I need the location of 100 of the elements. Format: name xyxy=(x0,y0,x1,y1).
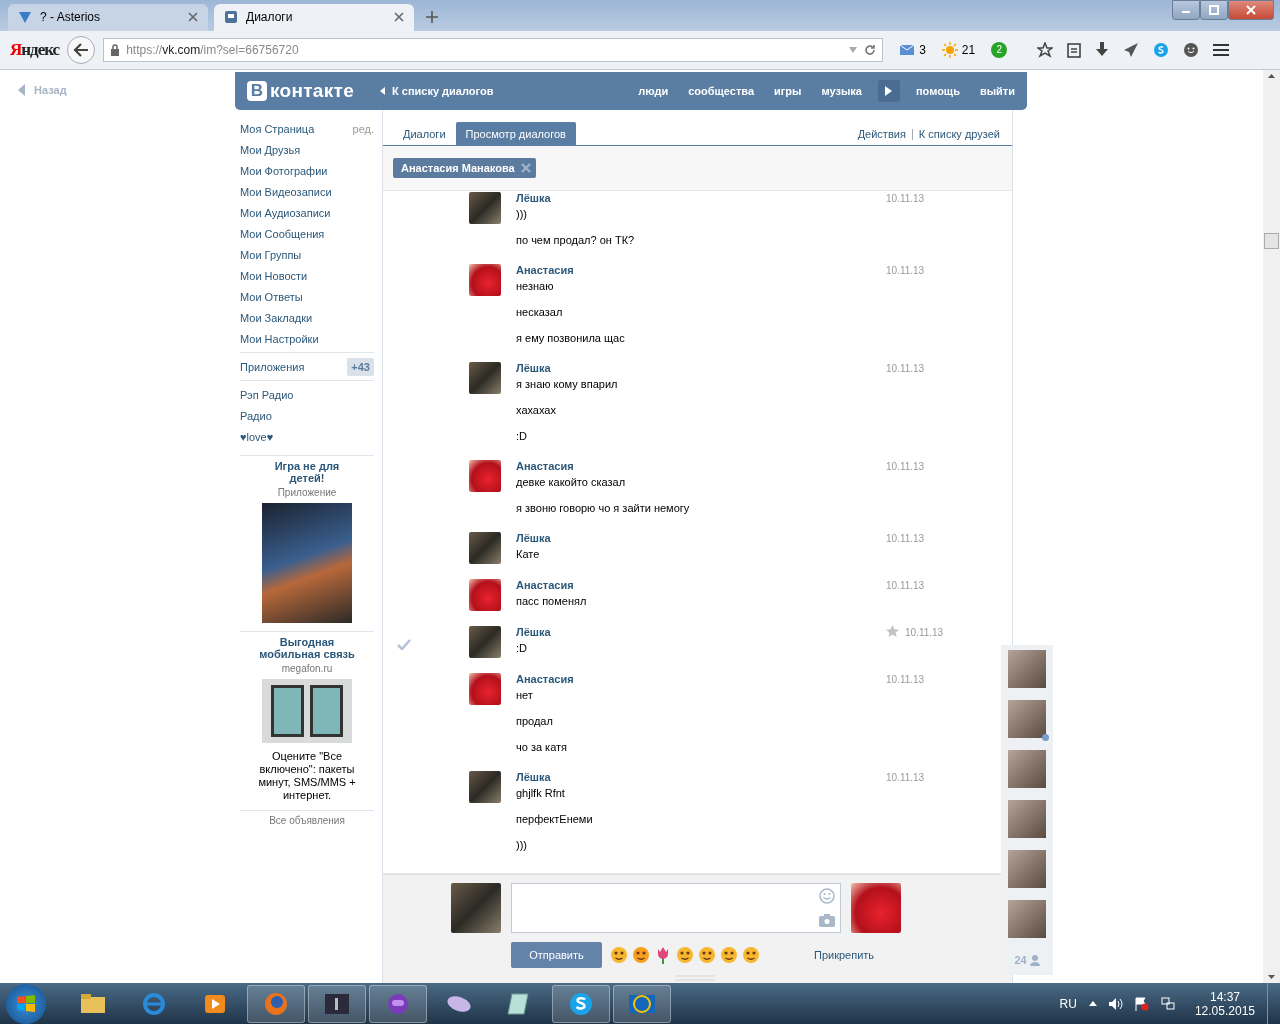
logo-text[interactable]: контакте xyxy=(270,80,354,102)
message-text: незнаю xyxy=(516,279,555,294)
network-icon xyxy=(1160,996,1175,1011)
start-button[interactable] xyxy=(6,983,46,1024)
language-indicator[interactable]: RU xyxy=(1059,996,1077,1011)
scrollbar[interactable] xyxy=(1263,70,1280,983)
tab[interactable]: Диалоги xyxy=(393,122,456,145)
friend-avatar[interactable] xyxy=(1008,900,1046,938)
action-link[interactable]: К списку друзей xyxy=(918,128,1000,140)
tab[interactable]: Просмотр диалогов xyxy=(455,122,576,145)
sidebar-item[interactable]: Мои Друзья xyxy=(240,143,301,156)
avatar-photo[interactable] xyxy=(469,264,501,296)
taskbar-app[interactable] xyxy=(308,984,366,1023)
ad-title[interactable]: Игра не для детей! xyxy=(257,460,357,484)
maximize-button[interactable] xyxy=(1200,0,1228,20)
play-icon xyxy=(885,86,893,96)
message-date: 10.11.13 xyxy=(905,626,944,640)
counter[interactable]: 3 xyxy=(919,42,926,57)
sidebar-item[interactable]: Моя Страница xyxy=(240,122,315,135)
nav-link[interactable]: выйти xyxy=(979,85,1015,97)
sidebar-item[interactable]: Мои Группы xyxy=(240,248,302,261)
sidebar-item[interactable]: Радио xyxy=(240,409,272,422)
sender-name[interactable]: Анастасия xyxy=(516,459,886,474)
sidebar-item[interactable]: Мои Новости xyxy=(240,269,308,282)
message-input[interactable] xyxy=(511,883,841,933)
sidebar-item[interactable]: Мои Сообщения xyxy=(240,227,325,240)
sidebar-item[interactable]: Мои Закладки xyxy=(240,311,313,324)
logo-mark[interactable]: В xyxy=(247,81,267,101)
sidebar-item[interactable]: Мои Настройки xyxy=(240,332,319,345)
speaker-icon xyxy=(1108,997,1123,1010)
nav-link[interactable]: помощь xyxy=(915,85,960,97)
nav-link[interactable]: музыка xyxy=(821,85,862,97)
minimize-button[interactable] xyxy=(1172,0,1200,20)
back-to-dialogs-link[interactable]: К списку диалогов xyxy=(380,85,494,97)
person-icon xyxy=(1029,954,1040,966)
nav-link[interactable]: люди xyxy=(638,85,669,97)
sender-name[interactable]: Лёшка xyxy=(516,531,886,546)
sender-name[interactable]: Анастасия xyxy=(516,672,886,687)
close-icon xyxy=(394,12,404,23)
sidebar-item[interactable]: Приложения xyxy=(240,360,305,373)
message-text: по чем продал? он ТК? xyxy=(516,233,636,248)
sender-name[interactable]: Лёшка xyxy=(516,625,886,640)
nav-link[interactable]: игры xyxy=(774,85,802,97)
sender-name[interactable]: Лёшка xyxy=(516,191,886,206)
ad-image[interactable] xyxy=(262,679,352,743)
clipboard-icon xyxy=(1067,41,1082,58)
sidebar-item[interactable]: Мои Видеозаписи xyxy=(240,185,332,198)
avatar-photo[interactable] xyxy=(469,626,501,658)
taskbar-app[interactable] xyxy=(552,984,610,1023)
attach-link[interactable]: Прикрепить xyxy=(814,949,875,961)
message-date: 10.11.13 xyxy=(886,771,925,785)
nav-link[interactable]: сообщества xyxy=(688,85,754,97)
avatar-photo[interactable] xyxy=(469,192,501,224)
avatar-photo[interactable] xyxy=(469,673,501,705)
action-link[interactable]: Действия xyxy=(857,128,906,140)
close-button[interactable] xyxy=(1228,0,1274,20)
sender-name[interactable]: Лёшка xyxy=(516,770,886,785)
friend-avatar[interactable] xyxy=(1008,800,1046,838)
browser-tab[interactable]: ? - Asterios xyxy=(8,3,208,31)
back-button[interactable] xyxy=(67,35,96,64)
avatar-photo[interactable] xyxy=(469,460,501,492)
clock[interactable]: 14:37 12.05.2015 xyxy=(1194,989,1255,1018)
avatar-photo[interactable] xyxy=(469,532,501,564)
sidebar-item[interactable]: ♥love♥ xyxy=(240,430,274,443)
taskbar-app[interactable] xyxy=(613,984,671,1023)
message-text: девке какойто сказал xyxy=(516,475,627,490)
recipient-chip[interactable]: Анастасия Манакова xyxy=(393,158,536,178)
scroll-thumb[interactable] xyxy=(1264,233,1279,249)
sender-name[interactable]: Лёшка xyxy=(516,361,886,376)
photo-placeholder xyxy=(310,685,343,737)
friend-avatar[interactable] xyxy=(1008,700,1046,738)
sidebar-item[interactable]: Мои Аудиозаписи xyxy=(240,206,331,219)
friend-avatar[interactable] xyxy=(1008,850,1046,888)
avatar-photo[interactable] xyxy=(469,362,501,394)
message-text: :D xyxy=(516,429,528,444)
friend-avatar[interactable] xyxy=(1008,650,1046,688)
avatar-photo[interactable] xyxy=(469,579,501,611)
message-text: я знаю кому впарил xyxy=(516,377,619,392)
ad-title[interactable]: Выгодная мобильная связь xyxy=(257,636,357,660)
ad-text: Оцените "Все включено": пакеты минут, SMS/MMS + интернет. xyxy=(257,750,357,802)
browser-tab[interactable]: Диалоги xyxy=(214,3,414,31)
play-button[interactable] xyxy=(877,80,900,102)
all-ads-link[interactable]: Все объявления xyxy=(240,815,374,826)
address-field[interactable]: https://vk.com/im?sel=66756720 xyxy=(103,37,884,62)
friend-avatar[interactable] xyxy=(1008,750,1046,788)
sender-name[interactable]: Анастасия xyxy=(516,263,886,278)
send-button[interactable]: Отправить xyxy=(511,942,602,968)
sidebar-item[interactable]: Мои Фотографии xyxy=(240,164,328,177)
counter[interactable]: 21 xyxy=(961,42,976,57)
browser-logo[interactable]: Яндекс xyxy=(10,39,60,60)
ad-source: Приложение xyxy=(277,487,337,498)
close-icon xyxy=(188,12,198,23)
dropdown-icon xyxy=(848,45,859,54)
avatar-photo[interactable] xyxy=(469,771,501,803)
tab-title: Диалоги xyxy=(246,10,294,25)
send-icon xyxy=(1123,41,1140,58)
sender-name[interactable]: Анастасия xyxy=(516,578,886,593)
message-text: ))) xyxy=(516,838,528,853)
sidebar-item[interactable]: Рэп Радио xyxy=(240,388,294,401)
sidebar-item[interactable]: Мои Ответы xyxy=(240,290,303,303)
